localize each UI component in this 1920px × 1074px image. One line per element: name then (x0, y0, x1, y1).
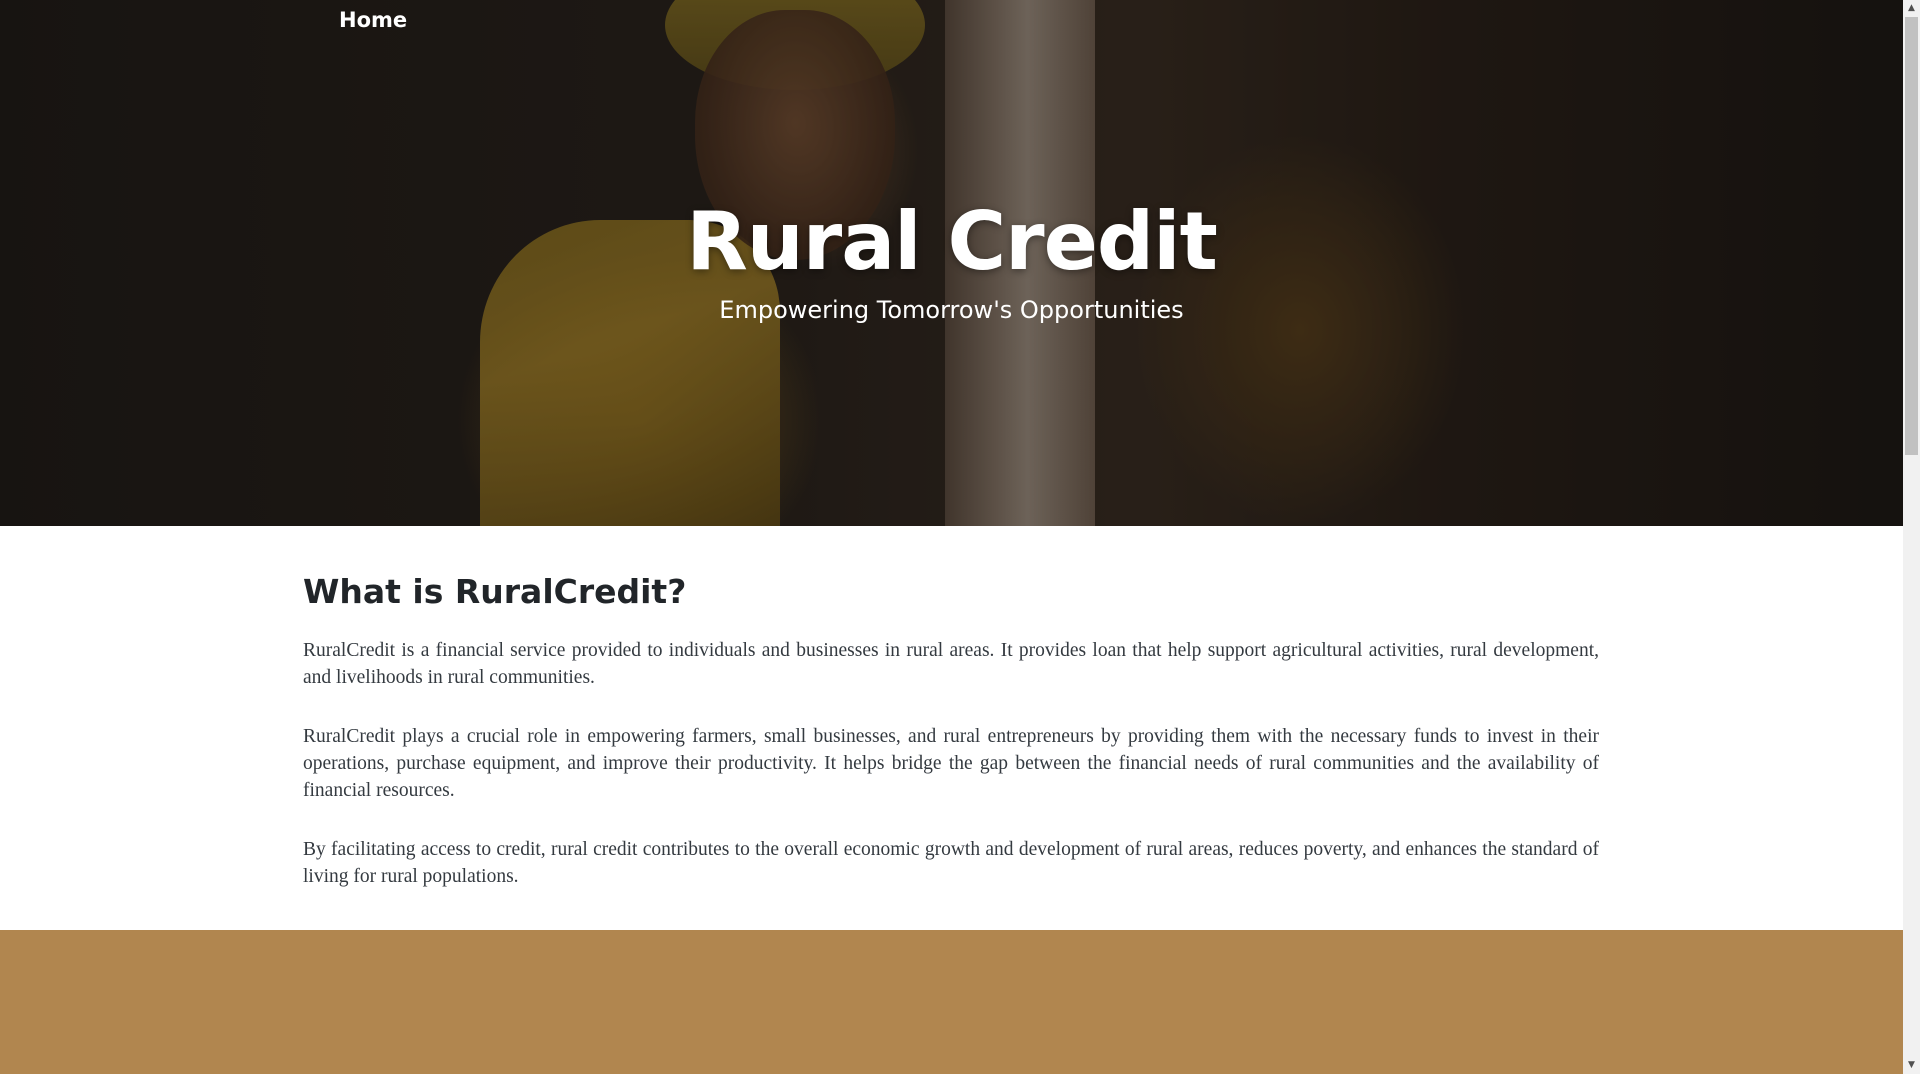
next-section-band (0, 930, 1903, 1074)
scroll-down-arrow-icon[interactable]: ▼ (1903, 1057, 1920, 1074)
about-paragraph: RuralCredit is a financial service provi… (303, 640, 1599, 688)
scroll-up-arrow-icon[interactable]: ▲ (1903, 0, 1920, 17)
about-heading: What is RuralCredit? (303, 572, 687, 611)
hero-subtitle: Empowering Tomorrow's Opportunities (719, 296, 1184, 324)
page: Home Rural Credit Empowering Tomorrow's … (0, 0, 1903, 1074)
hero-section: Home Rural Credit Empowering Tomorrow's … (0, 0, 1903, 526)
nav-home-link[interactable]: Home (339, 8, 407, 32)
about-section: What is RuralCredit? RuralCredit is a fi… (0, 526, 1903, 930)
about-paragraph: By facilitating access to credit, rural … (303, 839, 1599, 887)
about-content: What is RuralCredit? RuralCredit is a fi… (303, 526, 1599, 890)
about-paragraph: RuralCredit plays a crucial role in empo… (303, 726, 1599, 801)
hero-title: Rural Credit (686, 195, 1218, 288)
scrollbar-thumb[interactable] (1905, 17, 1918, 455)
page-scrollbar[interactable]: ▲ ▼ (1903, 0, 1920, 1074)
